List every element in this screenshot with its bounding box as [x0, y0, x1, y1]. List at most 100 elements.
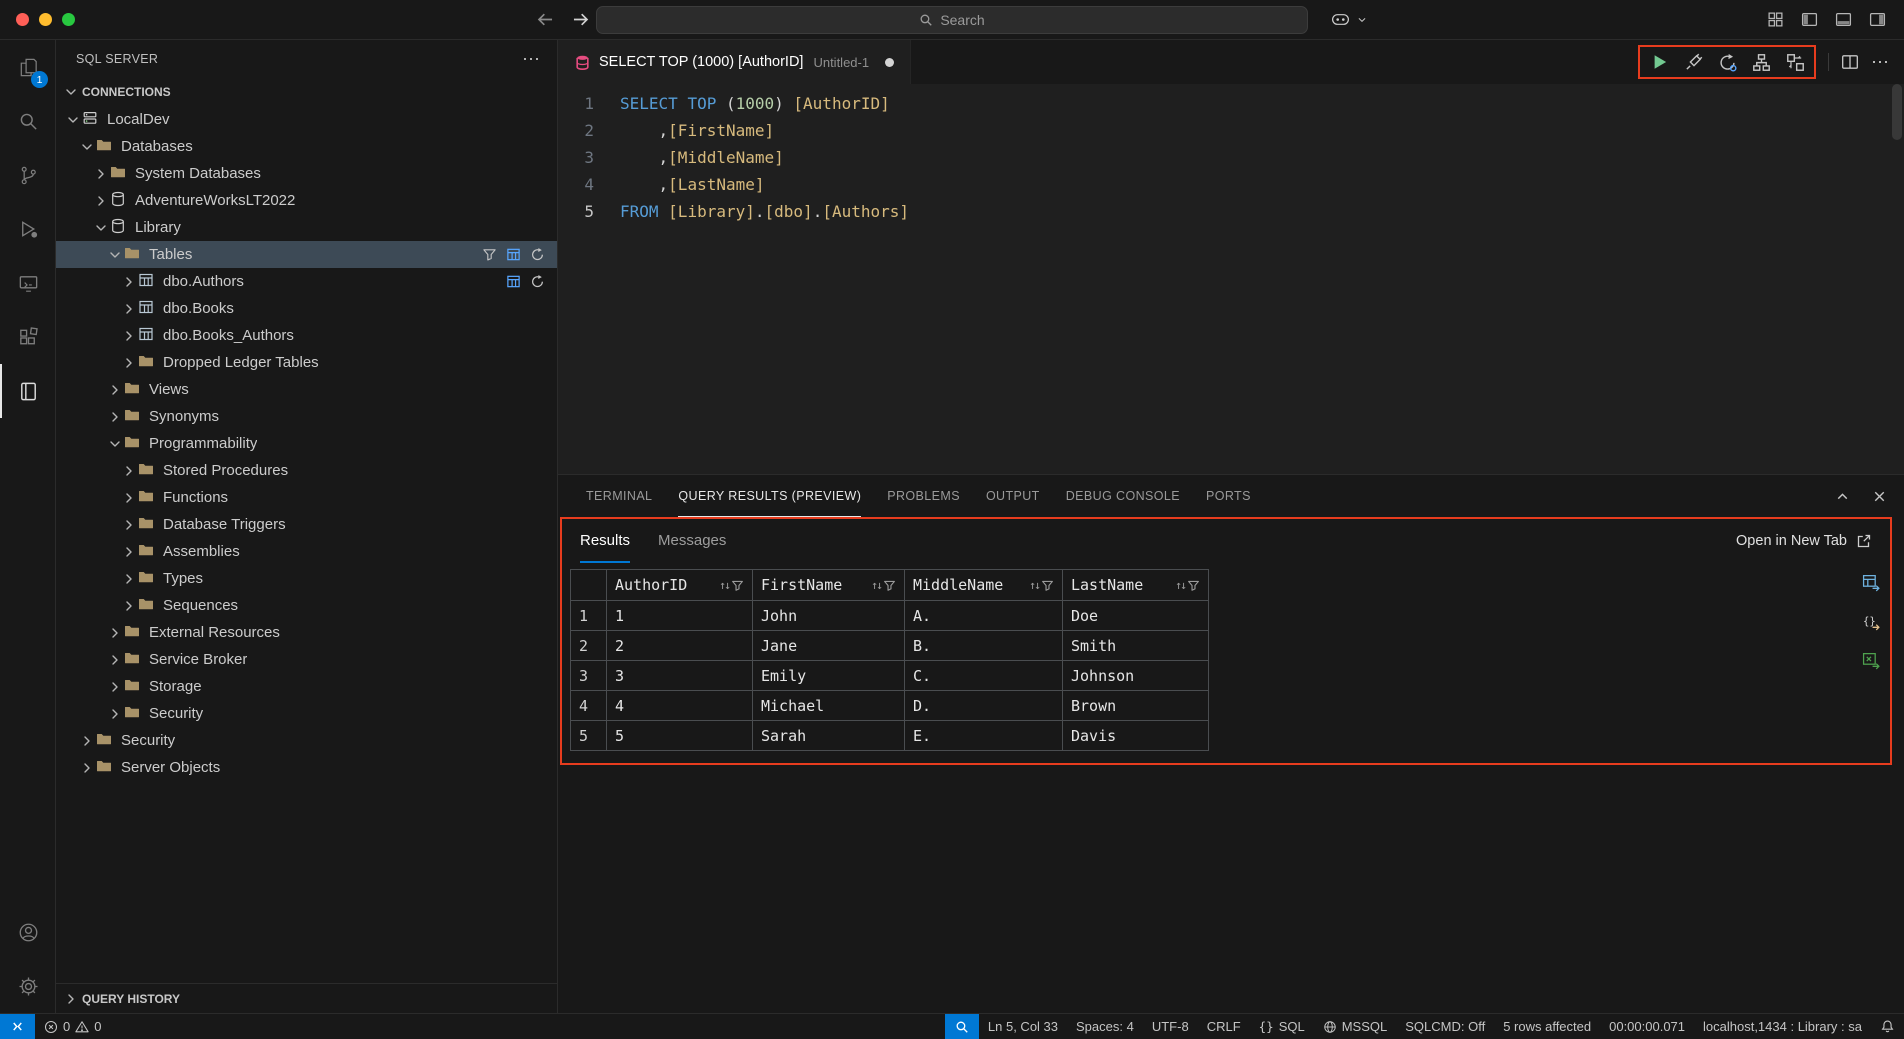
result-cell[interactable]: Davis — [1063, 721, 1209, 751]
activity-accounts[interactable] — [0, 905, 55, 959]
toggle-primary-sidebar-icon[interactable] — [1801, 11, 1818, 28]
result-cell[interactable]: Brown — [1063, 691, 1209, 721]
tree-item-stored-procedures[interactable]: Stored Procedures — [56, 457, 557, 484]
maximize-window-button[interactable] — [62, 13, 75, 26]
code-editor[interactable]: 1SELECT TOP (1000) [AuthorID]2 ,[FirstNa… — [558, 84, 1904, 474]
tree-item-server-objects[interactable]: Server Objects — [56, 754, 557, 781]
estimated-plan-button[interactable] — [1752, 53, 1771, 72]
toggle-panel-icon[interactable] — [1835, 11, 1852, 28]
activity-remote-explorer[interactable] — [0, 256, 55, 310]
panel-maximize-icon[interactable] — [1834, 488, 1851, 505]
tree-item-dbo-authors[interactable]: dbo.Authors — [56, 268, 557, 295]
tree-item-security[interactable]: Security — [56, 700, 557, 727]
more-actions-icon[interactable]: ⋯ — [522, 49, 541, 70]
zoom-status-button[interactable] — [945, 1014, 979, 1039]
result-row-3[interactable]: 33EmilyC.Johnson — [571, 661, 1209, 691]
connection-status[interactable]: localhost,1434 : Library : sa — [1694, 1014, 1871, 1039]
code-line-4[interactable]: 4 ,[LastName] — [558, 171, 1904, 198]
tree-item-service-broker[interactable]: Service Broker — [56, 646, 557, 673]
tree-item-assemblies[interactable]: Assemblies — [56, 538, 557, 565]
result-cell[interactable]: Sarah — [753, 721, 905, 751]
language-status[interactable]: {} SQL — [1250, 1014, 1314, 1039]
result-cell[interactable]: 2 — [607, 631, 753, 661]
select-top-1000-icon[interactable] — [506, 274, 521, 289]
activity-run-debug[interactable] — [0, 202, 55, 256]
activity-explorer[interactable]: 1 — [0, 40, 55, 94]
tree-item-database-triggers[interactable]: Database Triggers — [56, 511, 557, 538]
minimize-window-button[interactable] — [39, 13, 52, 26]
tree-item-storage[interactable]: Storage — [56, 673, 557, 700]
sort-icon[interactable]: ↑↓ — [1175, 578, 1185, 592]
panel-tab-output[interactable]: OUTPUT — [986, 475, 1040, 517]
indentation-status[interactable]: Spaces: 4 — [1067, 1014, 1143, 1039]
activity-sql-server[interactable] — [0, 364, 55, 418]
result-cell[interactable]: Doe — [1063, 601, 1209, 631]
result-cell[interactable]: Johnson — [1063, 661, 1209, 691]
sort-icon[interactable]: ↑↓ — [871, 578, 881, 592]
result-cell[interactable]: 3 — [607, 661, 753, 691]
change-connection-button[interactable] — [1718, 53, 1737, 72]
filter-icon[interactable] — [482, 247, 497, 262]
editor-more-actions-icon[interactable]: ⋯ — [1871, 52, 1890, 73]
column-header-firstname[interactable]: FirstName↑↓ — [753, 570, 905, 601]
remote-indicator[interactable] — [0, 1014, 35, 1039]
activity-source-control[interactable] — [0, 148, 55, 202]
result-cell[interactable]: 1 — [607, 601, 753, 631]
eol-status[interactable]: CRLF — [1198, 1014, 1250, 1039]
result-cell[interactable]: 4 — [607, 691, 753, 721]
panel-tab-ports[interactable]: PORTS — [1206, 475, 1251, 517]
query-history-section-header[interactable]: QUERY HISTORY — [56, 983, 557, 1013]
result-cell[interactable]: Smith — [1063, 631, 1209, 661]
result-row-4[interactable]: 44MichaelD.Brown — [571, 691, 1209, 721]
panel-close-icon[interactable] — [1871, 488, 1888, 505]
filter-icon[interactable] — [1187, 579, 1200, 592]
tree-item-functions[interactable]: Functions — [56, 484, 557, 511]
tree-item-localdev[interactable]: LocalDev — [56, 106, 557, 133]
tree-item-databases[interactable]: Databases — [56, 133, 557, 160]
split-editor-icon[interactable] — [1841, 53, 1859, 71]
open-in-new-tab-button[interactable]: Open in New Tab — [1736, 519, 1872, 563]
notifications-bell[interactable] — [1871, 1014, 1904, 1039]
code-line-1[interactable]: 1SELECT TOP (1000) [AuthorID] — [558, 90, 1904, 117]
sqlcmd-status[interactable]: SQLCMD: Off — [1396, 1014, 1494, 1039]
activity-settings[interactable] — [0, 959, 55, 1013]
result-cell[interactable]: B. — [905, 631, 1063, 661]
code-line-5[interactable]: 5FROM [Library].[dbo].[Authors] — [558, 198, 1904, 225]
result-cell[interactable]: Jane — [753, 631, 905, 661]
activity-extensions[interactable] — [0, 310, 55, 364]
actual-plan-button[interactable] — [1786, 53, 1805, 72]
results-subtab-messages[interactable]: Messages — [658, 519, 726, 563]
tree-item-dropped-ledger-tables[interactable]: Dropped Ledger Tables — [56, 349, 557, 376]
code-line-2[interactable]: 2 ,[FirstName] — [558, 117, 1904, 144]
connections-section-header[interactable]: CONNECTIONS — [56, 78, 557, 106]
select-top-1000-icon[interactable] — [506, 247, 521, 262]
run-query-button[interactable] — [1649, 52, 1669, 72]
result-cell[interactable]: A. — [905, 601, 1063, 631]
sort-icon[interactable]: ↑↓ — [719, 578, 729, 592]
tree-item-types[interactable]: Types — [56, 565, 557, 592]
tree-item-system-databases[interactable]: System Databases — [56, 160, 557, 187]
save-as-json-icon[interactable]: {} — [1862, 612, 1881, 635]
result-cell[interactable]: D. — [905, 691, 1063, 721]
result-cell[interactable]: Michael — [753, 691, 905, 721]
customize-layout-icon[interactable] — [1767, 11, 1784, 28]
forward-icon[interactable] — [571, 10, 590, 29]
column-header-authorid[interactable]: AuthorID↑↓ — [607, 570, 753, 601]
tree-item-synonyms[interactable]: Synonyms — [56, 403, 557, 430]
problems-status[interactable]: 0 0 — [35, 1014, 110, 1039]
panel-tab-query-results-preview[interactable]: QUERY RESULTS (PREVIEW) — [678, 475, 861, 517]
result-row-1[interactable]: 11JohnA.Doe — [571, 601, 1209, 631]
column-header-middlename[interactable]: MiddleName↑↓ — [905, 570, 1063, 601]
result-cell[interactable]: E. — [905, 721, 1063, 751]
result-cell[interactable]: Emily — [753, 661, 905, 691]
filter-icon[interactable] — [1041, 579, 1054, 592]
tree-item-dbo-books[interactable]: dbo.Books — [56, 295, 557, 322]
panel-tab-debug-console[interactable]: DEBUG CONSOLE — [1066, 475, 1180, 517]
copilot-menu[interactable] — [1330, 9, 1370, 30]
result-cell[interactable]: 5 — [607, 721, 753, 751]
tree-item-adventureworkslt2022[interactable]: AdventureWorksLT2022 — [56, 187, 557, 214]
refresh-icon[interactable] — [530, 274, 545, 289]
save-as-csv-icon[interactable] — [1862, 573, 1881, 596]
tree-item-dbo-books-authors[interactable]: dbo.Books_Authors — [56, 322, 557, 349]
close-window-button[interactable] — [16, 13, 29, 26]
